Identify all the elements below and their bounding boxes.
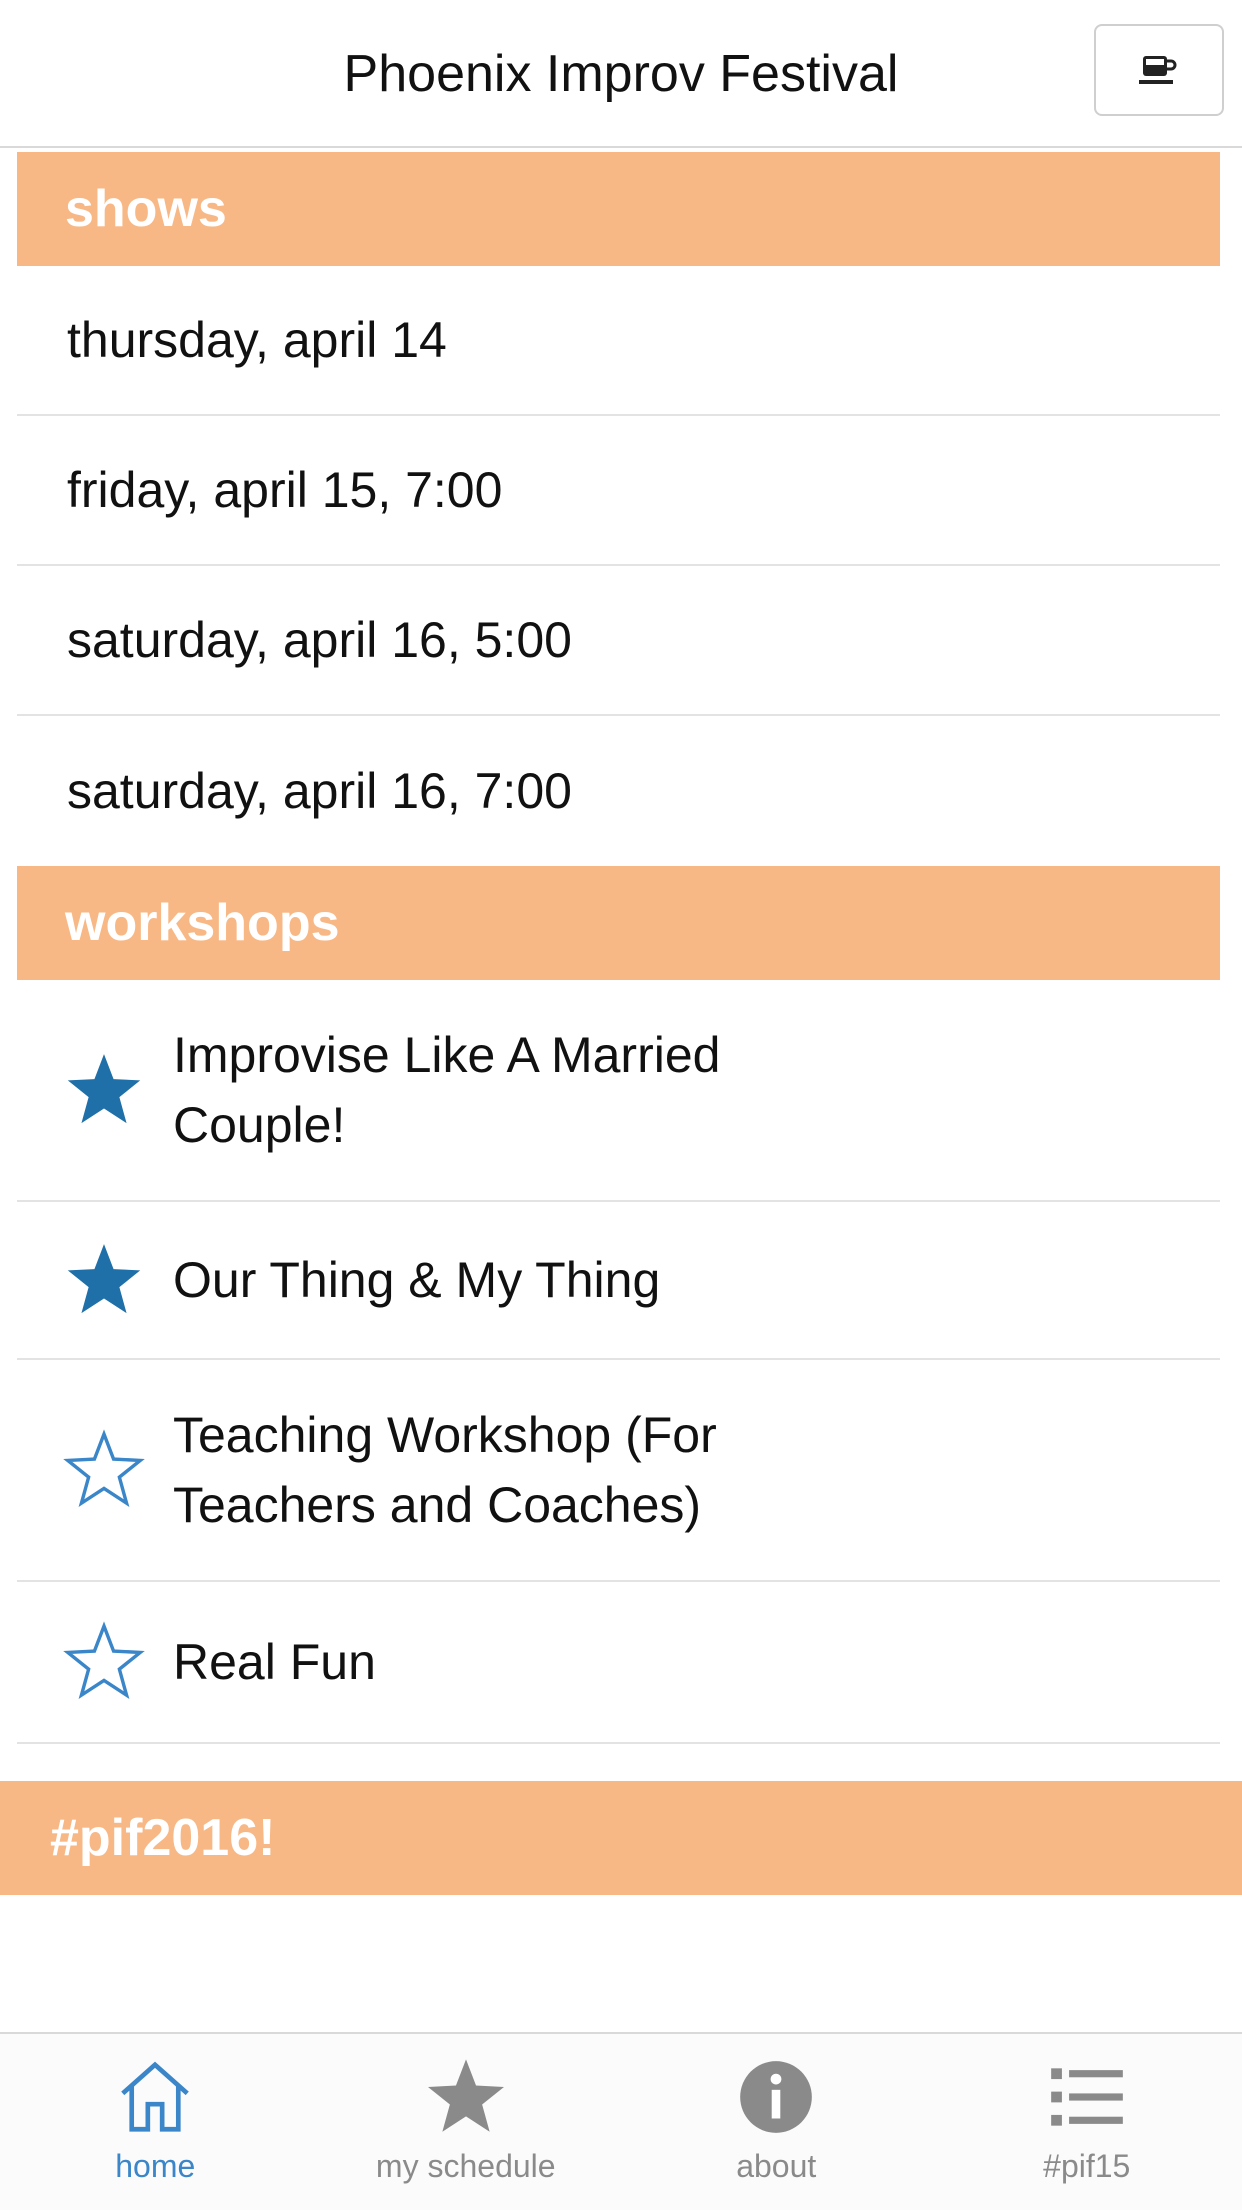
menu-button[interactable] [1094, 24, 1224, 116]
section-header-workshops: workshops [17, 866, 1220, 980]
show-label: saturday, april 16, 5:00 [67, 611, 572, 669]
list-icon [1044, 2054, 1130, 2140]
workshop-label: Our Thing & My Thing [173, 1245, 660, 1315]
home-icon [112, 2054, 198, 2140]
tab-pif15[interactable]: #pif15 [932, 2034, 1242, 2210]
show-label: friday, april 15, 7:00 [67, 461, 502, 519]
coffee-cup-icon [1137, 52, 1181, 88]
workshop-item[interactable]: Real Fun [17, 1582, 1220, 1744]
main-list: shows thursday, april 14 friday, april 1… [17, 152, 1220, 1744]
workshop-label: Teaching Workshop (For Teachers and Coac… [173, 1400, 813, 1540]
workshop-item[interactable]: Our Thing & My Thing [17, 1202, 1220, 1360]
tab-label: #pif15 [1043, 2148, 1130, 2185]
hashtag-banner[interactable]: #pif2016! [0, 1781, 1242, 1895]
workshop-label: Improvise Like A Married Couple! [173, 1020, 813, 1160]
star-filled-icon[interactable] [63, 1239, 145, 1321]
show-item[interactable]: thursday, april 14 [17, 266, 1220, 416]
workshop-item[interactable]: Improvise Like A Married Couple! [17, 980, 1220, 1202]
info-icon [733, 2054, 819, 2140]
star-filled-icon[interactable] [63, 1049, 145, 1131]
section-header-shows: shows [17, 152, 1220, 266]
star-outline-icon[interactable] [63, 1429, 145, 1511]
show-item[interactable]: friday, april 15, 7:00 [17, 416, 1220, 566]
tab-home[interactable]: home [0, 2034, 311, 2210]
tab-about[interactable]: about [621, 2034, 932, 2210]
tab-my-schedule[interactable]: my schedule [311, 2034, 622, 2210]
tab-label: my schedule [376, 2148, 556, 2185]
star-outline-icon[interactable] [63, 1621, 145, 1703]
show-label: thursday, april 14 [67, 311, 447, 369]
tab-label: home [115, 2148, 195, 2185]
page-title: Phoenix Improv Festival [0, 44, 1242, 104]
workshop-item[interactable]: Teaching Workshop (For Teachers and Coac… [17, 1360, 1220, 1582]
tab-bar: home my schedule about #pif15 [0, 2032, 1242, 2210]
workshop-label: Real Fun [173, 1627, 376, 1697]
star-icon [423, 2054, 509, 2140]
show-item[interactable]: saturday, april 16, 7:00 [17, 716, 1220, 866]
show-label: saturday, april 16, 7:00 [67, 762, 572, 820]
top-bar: Phoenix Improv Festival [0, 0, 1242, 148]
show-item[interactable]: saturday, april 16, 5:00 [17, 566, 1220, 716]
tab-label: about [736, 2148, 816, 2185]
